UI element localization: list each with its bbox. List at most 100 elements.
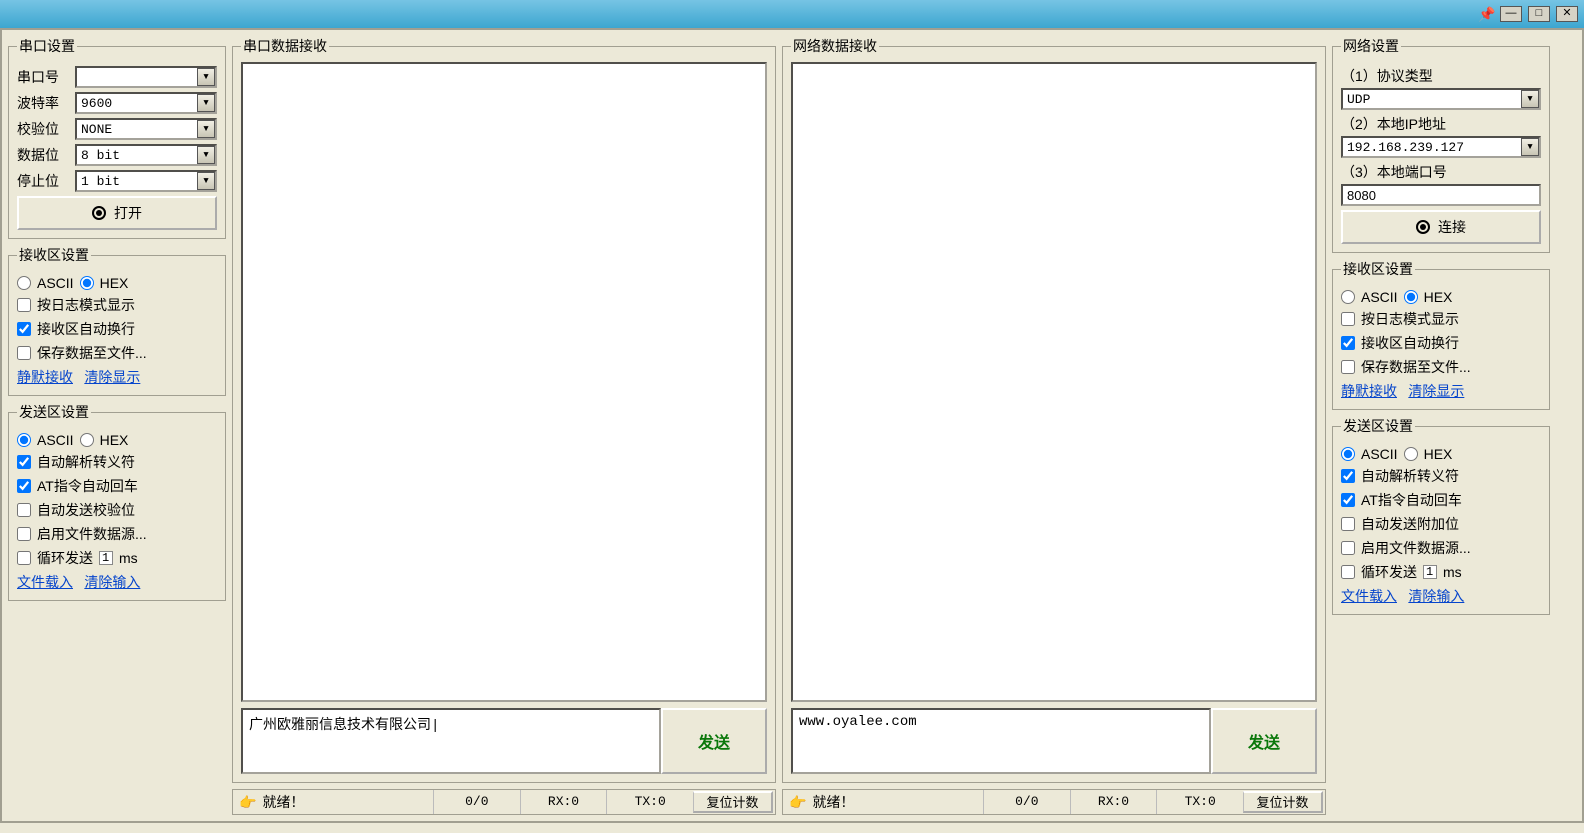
recv-legend: 接收区设置 (1341, 259, 1415, 279)
clear-display-link[interactable]: 清除显示 (84, 369, 140, 385)
recv-ascii-radio[interactable] (17, 276, 31, 290)
proto-combo[interactable]: UDP▾ (1341, 88, 1541, 110)
network-mid-column: 网络数据接收 发送 👉就绪！ 0/0 RX:0 TX:0 复位计数 (782, 36, 1326, 815)
serial-recv-settings-group: 接收区设置 ASCII HEX 按日志模式显示 接收区自动换行 保存数据至文件.… (8, 245, 226, 396)
at-cr-checkbox[interactable] (1341, 493, 1355, 507)
send-ascii-radio[interactable] (17, 433, 31, 447)
recv-logmode-checkbox[interactable] (1341, 312, 1355, 326)
minimize-button[interactable]: — (1500, 6, 1522, 22)
auto-checksum-checkbox[interactable] (17, 503, 31, 517)
send-hex-radio[interactable] (80, 433, 94, 447)
serial-recv-textbox[interactable] (241, 62, 767, 702)
silent-recv-link[interactable]: 静默接收 (1341, 383, 1397, 399)
serial-legend: 串口设置 (17, 36, 77, 56)
at-cr-checkbox[interactable] (17, 479, 31, 493)
pin-icon[interactable]: 📌 (1478, 6, 1494, 22)
baud-label: 波特率 (17, 93, 69, 113)
serial-open-button[interactable]: 打开 (17, 196, 217, 230)
ip-combo[interactable]: 192.168.239.127▾ (1341, 136, 1541, 158)
recv-hex-radio[interactable] (1404, 290, 1418, 304)
port-input[interactable] (1341, 184, 1541, 206)
serial-reset-counter-button[interactable]: 复位计数 (693, 791, 773, 813)
network-tx-count: TX:0 (1156, 790, 1243, 814)
connect-label: 连接 (1438, 217, 1466, 237)
silent-recv-link[interactable]: 静默接收 (17, 369, 73, 385)
serial-port-label: 串口号 (17, 67, 69, 87)
serial-send-settings-group: 发送区设置 ASCII HEX 自动解析转义符 AT指令自动回车 自动发送校验位… (8, 402, 226, 601)
parity-combo[interactable]: NONE▾ (75, 118, 217, 140)
recv-savefile-checkbox[interactable] (17, 346, 31, 360)
network-recv-textbox[interactable] (791, 62, 1317, 702)
chevron-down-icon: ▾ (1521, 138, 1539, 156)
databits-combo[interactable]: 8 bit▾ (75, 144, 217, 166)
main-frame: 串口设置 串口号 ▾ 波特率 9600▾ 校验位 NONE▾ 数据位 8 bit… (0, 28, 1584, 823)
auto-escape-checkbox[interactable] (1341, 469, 1355, 483)
recv-autowrap-checkbox[interactable] (1341, 336, 1355, 350)
maximize-button[interactable]: □ (1528, 6, 1550, 22)
serial-send-button[interactable]: 发送 (661, 708, 767, 774)
network-recv-area: 网络数据接收 发送 (782, 36, 1326, 783)
auto-escape-checkbox[interactable] (17, 455, 31, 469)
send-hex-radio[interactable] (1404, 447, 1418, 461)
clear-input-link[interactable]: 清除输入 (84, 574, 140, 590)
network-reset-counter-button[interactable]: 复位计数 (1243, 791, 1323, 813)
pointer-icon: 👉 (789, 794, 806, 811)
file-src-checkbox[interactable] (17, 527, 31, 541)
send-ascii-radio[interactable] (1341, 447, 1355, 461)
chevron-down-icon: ▾ (197, 172, 215, 190)
recv-hex-radio[interactable] (80, 276, 94, 290)
serial-open-label: 打开 (114, 203, 142, 223)
serial-settings-group: 串口设置 串口号 ▾ 波特率 9600▾ 校验位 NONE▾ 数据位 8 bit… (8, 36, 226, 239)
network-rx-count: RX:0 (1070, 790, 1157, 814)
close-button[interactable]: ✕ (1556, 6, 1578, 22)
parity-label: 校验位 (17, 119, 69, 139)
clear-input-link[interactable]: 清除输入 (1408, 588, 1464, 604)
serial-status-bar: 👉就绪！ 0/0 RX:0 TX:0 复位计数 (232, 789, 776, 815)
chevron-down-icon: ▾ (197, 146, 215, 164)
load-file-link[interactable]: 文件载入 (17, 574, 73, 590)
loop-send-checkbox[interactable] (1341, 565, 1355, 579)
loop-send-checkbox[interactable] (17, 551, 31, 565)
ip-label: （2）本地IP地址 (1341, 114, 1541, 134)
recv-ascii-radio[interactable] (1341, 290, 1355, 304)
clear-display-link[interactable]: 清除显示 (1408, 383, 1464, 399)
recv-legend: 接收区设置 (17, 245, 91, 265)
chevron-down-icon: ▾ (197, 68, 215, 86)
right-panel: 网络设置 （1）协议类型 UDP▾ （2）本地IP地址 192.168.239.… (1332, 36, 1550, 815)
serial-send-input[interactable] (241, 708, 661, 774)
proto-label: （1）协议类型 (1341, 66, 1541, 86)
load-file-link[interactable]: 文件载入 (1341, 588, 1397, 604)
loop-interval-input[interactable] (99, 551, 113, 565)
databits-label: 数据位 (17, 145, 69, 165)
network-send-button[interactable]: 发送 (1211, 708, 1317, 774)
network-send-input[interactable] (791, 708, 1211, 774)
status-ready: 就绪！ (262, 792, 304, 812)
title-bar: 📌 — □ ✕ (0, 0, 1584, 28)
serial-sendrecv-count: 0/0 (433, 790, 520, 814)
baud-combo[interactable]: 9600▾ (75, 92, 217, 114)
chevron-down-icon: ▾ (1521, 90, 1539, 108)
record-icon (1416, 220, 1430, 234)
network-recv-legend: 网络数据接收 (791, 36, 879, 56)
stopbits-combo[interactable]: 1 bit▾ (75, 170, 217, 192)
chevron-down-icon: ▾ (197, 94, 215, 112)
serial-port-combo[interactable]: ▾ (75, 66, 217, 88)
network-recv-settings-group: 接收区设置 ASCII HEX 按日志模式显示 接收区自动换行 保存数据至文件.… (1332, 259, 1550, 410)
recv-logmode-checkbox[interactable] (17, 298, 31, 312)
status-ready: 就绪！ (812, 792, 854, 812)
send-legend: 发送区设置 (17, 402, 91, 422)
recv-autowrap-checkbox[interactable] (17, 322, 31, 336)
recv-savefile-checkbox[interactable] (1341, 360, 1355, 374)
port-label: （3）本地端口号 (1341, 162, 1541, 182)
file-src-checkbox[interactable] (1341, 541, 1355, 555)
loop-interval-input[interactable] (1423, 565, 1437, 579)
pointer-icon: 👉 (239, 794, 256, 811)
chevron-down-icon: ▾ (197, 120, 215, 138)
connect-button[interactable]: 连接 (1341, 210, 1541, 244)
left-panel: 串口设置 串口号 ▾ 波特率 9600▾ 校验位 NONE▾ 数据位 8 bit… (8, 36, 226, 815)
send-legend: 发送区设置 (1341, 416, 1415, 436)
network-legend: 网络设置 (1341, 36, 1401, 56)
serial-rx-count: RX:0 (520, 790, 607, 814)
auto-append-checkbox[interactable] (1341, 517, 1355, 531)
network-send-settings-group: 发送区设置 ASCII HEX 自动解析转义符 AT指令自动回车 自动发送附加位… (1332, 416, 1550, 615)
